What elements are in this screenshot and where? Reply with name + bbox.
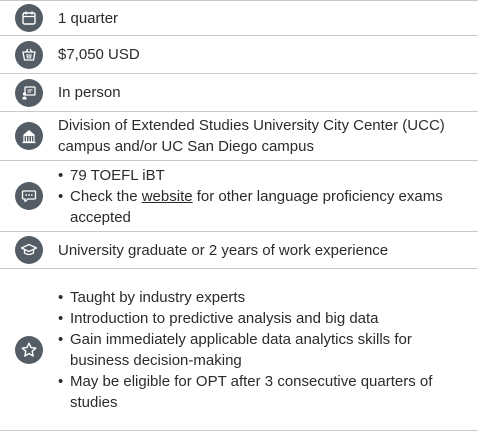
campus-building-icon [15,122,43,150]
duration-text: 1 quarter [58,9,119,27]
location-row: Division of Extended Studies University … [0,112,478,161]
chat-bubble-icon [15,182,43,210]
program-details-list: 1 quarter $7,050 USD In person Division … [0,0,478,431]
prerequisites-row: University graduate or 2 years of work e… [0,232,478,269]
calendar-icon [15,4,43,32]
list-item: Check the website for other language pro… [58,186,462,228]
highlights-text: Taught by industry experts Introduction … [58,287,478,413]
language-requirements-row: 79 TOEFL iBT Check the website for other… [0,161,478,232]
language-requirements-text: 79 TOEFL iBT Check the website for other… [58,165,478,228]
graduation-cap-icon [15,236,43,264]
highlights-row: Taught by industry experts Introduction … [0,269,478,431]
location-text: Division of Extended Studies University … [58,117,445,155]
list-item: 79 TOEFL iBT [58,165,462,186]
shopping-basket-icon [15,40,43,69]
list-item: May be eligible for OPT after 3 consecut… [58,371,462,413]
list-item: Introduction to predictive analysis and … [58,308,462,329]
list-item: Taught by industry experts [58,287,462,308]
star-icon [15,335,43,364]
duration-row: 1 quarter [0,0,478,36]
cost-text: $7,050 USD [58,46,140,63]
website-link[interactable]: website [142,188,193,205]
format-row: In person [0,74,478,112]
highlights-list: Taught by industry experts Introduction … [58,287,462,413]
prerequisites-text: University graduate or 2 years of work e… [58,241,389,259]
language-requirements-list: 79 TOEFL iBT Check the website for other… [58,165,462,228]
list-item: Gain immediately applicable data analyti… [58,329,462,371]
presentation-board-icon [15,78,43,107]
cost-row: $7,050 USD [0,36,478,74]
format-text: In person [58,84,121,101]
